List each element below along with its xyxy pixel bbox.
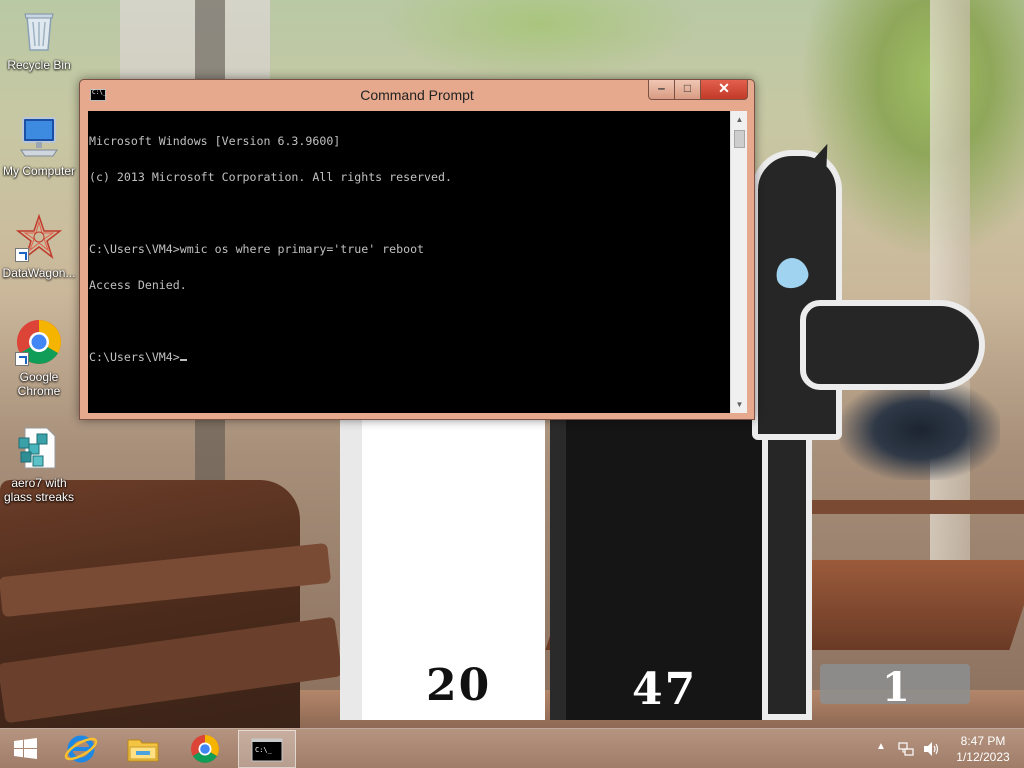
- scroll-down-arrow-icon[interactable]: ▼: [731, 396, 747, 413]
- clock-time: 8:47 PM: [960, 734, 1006, 748]
- taskbar: C:\_ ▲ 8:47 PM 1/12/2023: [0, 728, 1024, 768]
- shortcut-arrow-icon: [15, 352, 29, 366]
- desktop-icon-google-chrome[interactable]: Google Chrome: [0, 318, 78, 398]
- command-prompt-window[interactable]: Command Prompt ‒ □ ✕ Microsoft Windows […: [79, 79, 755, 420]
- calendar-hour-number: 47: [632, 664, 698, 715]
- desktop-icon-my-computer[interactable]: My Computer: [0, 112, 78, 178]
- console-line: Access Denied.: [89, 278, 187, 292]
- desktop-icon-recycle-bin[interactable]: Recycle Bin: [0, 6, 78, 72]
- console-area[interactable]: Microsoft Windows [Version 6.3.9600] (c)…: [88, 111, 747, 413]
- maximize-button[interactable]: □: [674, 80, 701, 100]
- desktop-icon-aero7-reg[interactable]: aero7 with glass streaks: [0, 424, 78, 504]
- console-output: Microsoft Windows [Version 6.3.9600] (c)…: [89, 111, 729, 387]
- desktop-icon-label: Recycle Bin: [7, 58, 71, 72]
- desktop-icon-label: My Computer: [2, 164, 76, 178]
- svg-text:C:\_: C:\_: [255, 746, 273, 754]
- close-icon: ✕: [718, 80, 730, 96]
- network-icon[interactable]: [898, 741, 914, 757]
- clock-date: 1/12/2023: [956, 750, 1010, 764]
- show-hidden-icons-chevron-icon[interactable]: ▲: [876, 741, 886, 752]
- wallpaper-foliage-2: [380, 0, 700, 80]
- taskbar-chrome[interactable]: [176, 730, 234, 768]
- console-line: C:\Users\VM4>wmic os where primary='true…: [89, 242, 425, 256]
- ie-icon: [64, 735, 98, 763]
- chrome-icon: [191, 735, 219, 763]
- scroll-up-arrow-icon[interactable]: ▲: [731, 111, 747, 128]
- scroll-thumb[interactable]: [734, 130, 745, 148]
- computer-icon: [15, 112, 63, 160]
- recycle-bin-icon: [15, 6, 63, 54]
- start-button[interactable]: [0, 729, 52, 768]
- wallpaper-car: [840, 380, 1000, 480]
- system-tray: ▲ 8:47 PM 1/12/2023: [870, 729, 1024, 768]
- text-cursor: [179, 359, 187, 361]
- folder-icon: [127, 739, 159, 762]
- cmd-icon: C:\_: [251, 738, 283, 762]
- vertical-scrollbar[interactable]: ▲ ▼: [730, 111, 747, 413]
- shortcut-arrow-icon: [15, 248, 29, 262]
- calendar-month-number: 1: [882, 664, 912, 711]
- console-prompt: C:\Users\VM4>: [89, 350, 180, 364]
- chrome-icon: [15, 318, 63, 366]
- maximize-icon: □: [683, 81, 692, 95]
- calendar-day-number: 20: [426, 660, 492, 711]
- volume-icon[interactable]: [922, 740, 940, 758]
- cat-tail: [762, 430, 812, 720]
- console-prompt-line[interactable]: C:\Users\VM4>: [89, 351, 729, 363]
- desktop-icon-label: Google Chrome: [17, 370, 61, 398]
- window-titlebar[interactable]: Command Prompt ‒ □ ✕: [80, 80, 754, 110]
- console-line: Microsoft Windows [Version 6.3.9600]: [89, 134, 341, 148]
- desktop-icon-datawagon[interactable]: DataWagon...: [0, 213, 78, 280]
- registry-file-icon: [15, 424, 63, 472]
- close-button[interactable]: ✕: [700, 80, 748, 100]
- minimize-icon: ‒: [658, 81, 665, 95]
- taskbar-clock[interactable]: 8:47 PM 1/12/2023: [950, 733, 1016, 765]
- minimize-button[interactable]: ‒: [648, 80, 675, 100]
- desktop-icon-label: aero7 with glass streaks: [3, 476, 75, 504]
- cat-arm: [800, 300, 985, 390]
- console-line: (c) 2013 Microsoft Corporation. All righ…: [89, 170, 452, 184]
- wallpaper-table-rail: [780, 500, 1024, 514]
- datawagon-icon: [15, 213, 63, 262]
- desktop-icon-label: DataWagon...: [2, 266, 76, 280]
- windows-logo-icon: [14, 738, 37, 759]
- taskbar-command-prompt[interactable]: C:\_: [238, 730, 296, 768]
- cat-body: [752, 150, 842, 440]
- taskbar-internet-explorer[interactable]: [52, 730, 110, 768]
- taskbar-file-explorer[interactable]: [114, 730, 172, 768]
